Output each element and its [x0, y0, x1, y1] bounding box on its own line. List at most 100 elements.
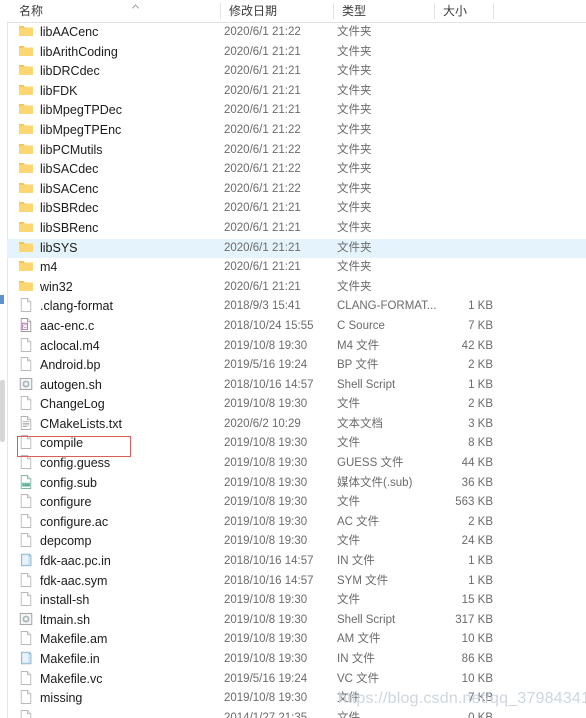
- column-header-name[interactable]: 名称: [11, 0, 220, 22]
- column-header-type[interactable]: 类型: [334, 0, 434, 22]
- file-row[interactable]: libAACenc 2020/6/1 21:22 文件夹: [7, 23, 586, 43]
- folder-icon: [18, 219, 34, 235]
- file-name-cell[interactable]: Android.bp: [18, 356, 223, 376]
- file-row[interactable]: aclocal.m4 2019/10/8 19:30 M4 文件 42 KB: [7, 337, 586, 357]
- file-row[interactable]: fdk-aac.pc.in 2018/10/16 14:57 IN 文件 1 KB: [7, 552, 586, 572]
- file-name-cell[interactable]: configure: [18, 493, 223, 513]
- file-name-cell[interactable]: SUB config.sub: [18, 474, 223, 494]
- file-row[interactable]: autogen.sh 2018/10/16 14:57 Shell Script 1 …: [7, 376, 586, 396]
- file-name-cell[interactable]: libPCMutils: [18, 141, 223, 161]
- nav-pane-item-marker[interactable]: [0, 295, 4, 304]
- file-row[interactable]: libFDK 2020/6/1 21:21 文件夹: [7, 82, 586, 102]
- file-name-cell[interactable]: libSACdec: [18, 160, 223, 180]
- file-name-cell[interactable]: libDRCdec: [18, 62, 223, 82]
- file-name-cell[interactable]: fdk-aac.sym: [18, 572, 223, 592]
- file-name-cell[interactable]: libSBRdec: [18, 199, 223, 219]
- file-date-cell: 2020/6/1 21:22: [224, 163, 301, 176]
- file-row[interactable]: Caac-enc.c 2018/10/24 15:55 C Source 7 KB: [7, 317, 586, 337]
- file-list[interactable]: libAACenc 2020/6/1 21:22 文件夹 libArithCoding…: [7, 23, 586, 718]
- navigation-pane-scrollbar-thumb[interactable]: [0, 380, 5, 442]
- file-type-cell: BP 文件: [337, 359, 379, 372]
- folder-icon: [18, 141, 34, 157]
- file-size-cell: 1 KB: [468, 574, 493, 587]
- file-row[interactable]: CMakeLists.txt 2020/6/2 10:29 文本文档 3 KB: [7, 415, 586, 435]
- column-header-size[interactable]: 大小: [435, 0, 493, 22]
- file-name-cell[interactable]: configure.ac: [18, 513, 223, 533]
- file-row[interactable]: libMpegTPDec 2020/6/1 21:21 文件夹: [7, 101, 586, 121]
- file-name-cell[interactable]: ltmain.sh: [18, 611, 223, 631]
- file-name-cell[interactable]: Makefile.vc: [18, 670, 223, 690]
- file-name-label: aac-enc.c: [40, 318, 95, 333]
- file-name-cell[interactable]: MODULE_LICENSE_FRAUNHOFER: [18, 709, 223, 718]
- file-name-cell[interactable]: Makefile.in: [18, 650, 223, 670]
- file-row[interactable]: SUB config.sub 2019/10/8 19:30 媒体文件(.sub) 36…: [7, 474, 586, 494]
- file-row[interactable]: compile 2019/10/8 19:30 文件 8 KB: [7, 434, 586, 454]
- folder-icon: [18, 121, 34, 137]
- file-type-cell: SYM 文件: [337, 574, 389, 587]
- file-row[interactable]: configure.ac 2019/10/8 19:30 AC 文件 2 KB: [7, 513, 586, 533]
- file-name-cell[interactable]: libMpegTPDec: [18, 101, 223, 121]
- file-date-cell: 2018/9/3 15:41: [224, 300, 301, 313]
- file-type-cell: 文件夹: [337, 143, 372, 156]
- file-date-cell: 2019/10/8 19:30: [224, 398, 308, 411]
- file-name-cell[interactable]: autogen.sh: [18, 376, 223, 396]
- file-name-cell[interactable]: libFDK: [18, 82, 223, 102]
- file-name-cell[interactable]: aclocal.m4: [18, 337, 223, 357]
- file-row[interactable]: libArithCoding 2020/6/1 21:21 文件夹: [7, 43, 586, 63]
- file-row[interactable]: libPCMutils 2020/6/1 21:22 文件夹: [7, 141, 586, 161]
- file-row[interactable]: Makefile.in 2019/10/8 19:30 IN 文件 86 KB: [7, 650, 586, 670]
- file-row[interactable]: install-sh 2019/10/8 19:30 文件 15 KB: [7, 591, 586, 611]
- file-row[interactable]: ChangeLog 2019/10/8 19:30 文件 2 KB: [7, 395, 586, 415]
- file-name-cell[interactable]: libSACenc: [18, 180, 223, 200]
- file-name-label: m4: [40, 260, 58, 275]
- file-name-cell[interactable]: .clang-format: [18, 297, 223, 317]
- file-row[interactable]: Makefile.vc 2019/5/16 19:24 VC 文件 10 KB: [7, 670, 586, 690]
- file-name-cell[interactable]: missing: [18, 689, 223, 709]
- file-name-cell[interactable]: fdk-aac.pc.in: [18, 552, 223, 572]
- file-name-cell[interactable]: libSYS: [18, 239, 223, 259]
- file-name-cell[interactable]: libSBRenc: [18, 219, 223, 239]
- file-row[interactable]: libDRCdec 2020/6/1 21:21 文件夹: [7, 62, 586, 82]
- file-row[interactable]: libSYS 2020/6/1 21:21 文件夹: [7, 238, 586, 259]
- file-name-cell[interactable]: m4: [18, 258, 223, 278]
- file-name-label: Android.bp: [40, 358, 101, 373]
- file-row[interactable]: win32 2020/6/1 21:21 文件夹: [7, 278, 586, 298]
- file-row[interactable]: .clang-format 2018/9/3 15:41 CLANG-FORMAT.…: [7, 297, 586, 317]
- file-name-cell[interactable]: Makefile.am: [18, 630, 223, 650]
- file-name-cell[interactable]: depcomp: [18, 532, 223, 552]
- file-type-cell: 文件夹: [337, 202, 372, 215]
- file-name-cell[interactable]: ChangeLog: [18, 395, 223, 415]
- blank-file-icon: [18, 356, 34, 372]
- file-row[interactable]: depcomp 2019/10/8 19:30 文件 24 KB: [7, 532, 586, 552]
- file-name-cell[interactable]: win32: [18, 278, 223, 298]
- file-row[interactable]: fdk-aac.sym 2018/10/16 14:57 SYM 文件 1 KB: [7, 572, 586, 592]
- file-row[interactable]: config.guess 2019/10/8 19:30 GUESS 文件 44 KB: [7, 454, 586, 474]
- file-type-cell: 文件夹: [337, 182, 372, 195]
- file-name-cell[interactable]: Caac-enc.c: [18, 317, 223, 337]
- file-name-cell[interactable]: CMakeLists.txt: [18, 415, 223, 435]
- file-row[interactable]: libSBRdec 2020/6/1 21:21 文件夹: [7, 199, 586, 219]
- file-name-cell[interactable]: libArithCoding: [18, 43, 223, 63]
- file-row[interactable]: ltmain.sh 2019/10/8 19:30 Shell Script 317 …: [7, 611, 586, 631]
- file-name-label: autogen.sh: [40, 377, 102, 392]
- file-name-cell[interactable]: libMpegTPEnc: [18, 121, 223, 141]
- file-row[interactable]: libMpegTPEnc 2020/6/1 21:22 文件夹: [7, 121, 586, 141]
- blank-file-icon: [18, 454, 34, 470]
- blank-file-icon: [18, 670, 34, 686]
- file-row[interactable]: libSACdec 2020/6/1 21:22 文件夹: [7, 160, 586, 180]
- file-row[interactable]: libSBRenc 2020/6/1 21:21 文件夹: [7, 219, 586, 239]
- file-row[interactable]: Android.bp 2019/5/16 19:24 BP 文件 2 KB: [7, 356, 586, 376]
- file-name-cell[interactable]: compile: [18, 434, 223, 454]
- file-type-cell: 文件: [337, 496, 360, 509]
- file-row[interactable]: m4 2020/6/1 21:21 文件夹: [7, 258, 586, 278]
- file-name-cell[interactable]: config.guess: [18, 454, 223, 474]
- column-header-date-modified[interactable]: 修改日期: [221, 0, 333, 22]
- file-row[interactable]: configure 2019/10/8 19:30 文件 563 KB: [7, 493, 586, 513]
- file-size-cell: 2 KB: [468, 359, 493, 372]
- column-divider-size[interactable]: [493, 3, 494, 19]
- file-row[interactable]: Makefile.am 2019/10/8 19:30 AM 文件 10 KB: [7, 630, 586, 650]
- file-name-cell[interactable]: libAACenc: [18, 23, 223, 43]
- file-name-cell[interactable]: install-sh: [18, 591, 223, 611]
- file-row[interactable]: MODULE_LICENSE_FRAUNHOFER2014/1/27 21:35…: [7, 709, 586, 718]
- file-row[interactable]: libSACenc 2020/6/1 21:22 文件夹: [7, 180, 586, 200]
